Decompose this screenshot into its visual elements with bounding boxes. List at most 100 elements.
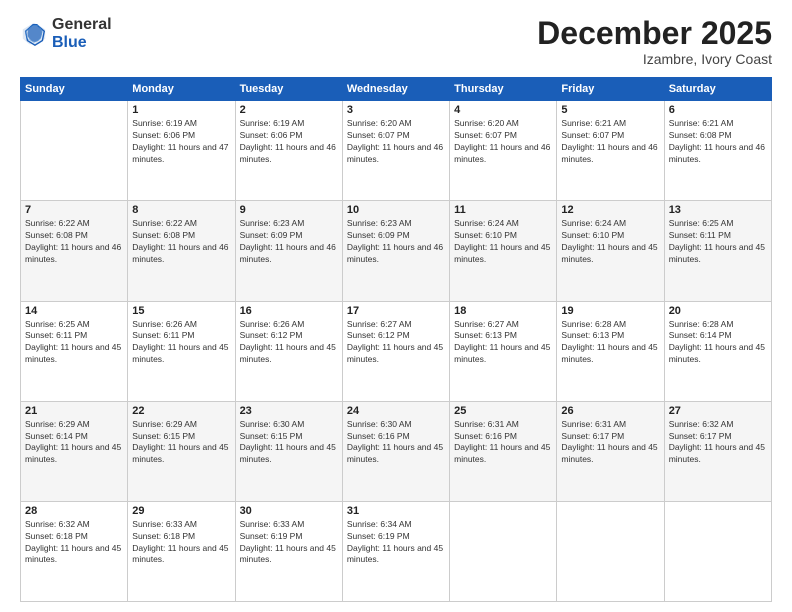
cell-3-0: 21Sunrise: 6:29 AM Sunset: 6:14 PM Dayli… <box>21 401 128 501</box>
cell-0-6: 6 Sunrise: 6:21 AM Sunset: 6:08 PM Daylig… <box>664 101 771 201</box>
date-1-2: 9 <box>240 204 338 216</box>
info-0-2: Sunrise: 6:19 AM Sunset: 6:06 PM Dayligh… <box>240 118 338 166</box>
cell-2-3: 17 Sunrise: 6:27 AM Sunset: 6:12 PM Dayli… <box>342 301 449 401</box>
week-row-0: 1 Sunrise: 6:19 AM Sunset: 6:06 PM Daylig… <box>21 101 772 201</box>
date-1-0: 7 <box>25 204 123 216</box>
title-block: December 2025 Izambre, Ivory Coast <box>537 16 772 67</box>
cell-3-3: 24 Sunrise: 6:30 AM Sunset: 6:16 PM Dayli… <box>342 401 449 501</box>
header-sunday: Sunday <box>21 78 128 101</box>
info-2-6: Sunrise: 6:28 AM Sunset: 6:14 PM Dayligh… <box>669 319 767 367</box>
info-4-0: Sunrise: 6:32 AM Sunset: 6:18 PM Dayligh… <box>25 519 123 567</box>
date-3-5: 26 <box>561 405 659 417</box>
info-1-5: Sunrise: 6:24 AM Sunset: 6:10 PM Dayligh… <box>561 218 659 266</box>
cell-2-0: 14 Sunrise: 6:25 AM Sunset: 6:11 PM Dayli… <box>21 301 128 401</box>
date-0-4: 4 <box>454 104 552 116</box>
cell-1-4: 11 Sunrise: 6:24 AM Sunset: 6:10 PM Dayli… <box>450 201 557 301</box>
info-2-4: Sunrise: 6:27 AM Sunset: 6:13 PM Dayligh… <box>454 319 552 367</box>
date-4-2: 30 <box>240 505 338 517</box>
info-3-3: Sunrise: 6:30 AM Sunset: 6:16 PM Dayligh… <box>347 419 445 467</box>
cell-0-3: 3 Sunrise: 6:20 AM Sunset: 6:07 PM Daylig… <box>342 101 449 201</box>
date-4-0: 28 <box>25 505 123 517</box>
info-2-2: Sunrise: 6:26 AM Sunset: 6:12 PM Dayligh… <box>240 319 338 367</box>
cell-4-4 <box>450 501 557 601</box>
cell-3-2: 23 Sunrise: 6:30 AM Sunset: 6:15 PM Dayli… <box>235 401 342 501</box>
page: General Blue December 2025 Izambre, Ivor… <box>0 0 792 612</box>
cell-4-1: 29Sunrise: 6:33 AM Sunset: 6:18 PM Dayli… <box>128 501 235 601</box>
cell-1-5: 12 Sunrise: 6:24 AM Sunset: 6:10 PM Dayli… <box>557 201 664 301</box>
cell-3-6: 27Sunrise: 6:32 AM Sunset: 6:17 PM Dayli… <box>664 401 771 501</box>
logo-text: General Blue <box>52 16 112 51</box>
date-2-1: 15 <box>132 305 230 317</box>
info-1-3: Sunrise: 6:23 AM Sunset: 6:09 PM Dayligh… <box>347 218 445 266</box>
info-0-3: Sunrise: 6:20 AM Sunset: 6:07 PM Dayligh… <box>347 118 445 166</box>
location-subtitle: Izambre, Ivory Coast <box>537 51 772 67</box>
info-3-1: Sunrise: 6:29 AM Sunset: 6:15 PM Dayligh… <box>132 419 230 467</box>
header-tuesday: Tuesday <box>235 78 342 101</box>
logo: General Blue <box>20 16 112 51</box>
cell-0-0 <box>21 101 128 201</box>
info-1-4: Sunrise: 6:24 AM Sunset: 6:10 PM Dayligh… <box>454 218 552 266</box>
info-3-4: Sunrise: 6:31 AM Sunset: 6:16 PM Dayligh… <box>454 419 552 467</box>
date-1-4: 11 <box>454 204 552 216</box>
info-1-2: Sunrise: 6:23 AM Sunset: 6:09 PM Dayligh… <box>240 218 338 266</box>
cell-0-4: 4 Sunrise: 6:20 AM Sunset: 6:07 PM Daylig… <box>450 101 557 201</box>
cell-2-2: 16 Sunrise: 6:26 AM Sunset: 6:12 PM Dayli… <box>235 301 342 401</box>
cell-3-1: 22 Sunrise: 6:29 AM Sunset: 6:15 PM Dayli… <box>128 401 235 501</box>
date-3-1: 22 <box>132 405 230 417</box>
cell-1-2: 9 Sunrise: 6:23 AM Sunset: 6:09 PM Daylig… <box>235 201 342 301</box>
info-2-5: Sunrise: 6:28 AM Sunset: 6:13 PM Dayligh… <box>561 319 659 367</box>
info-3-2: Sunrise: 6:30 AM Sunset: 6:15 PM Dayligh… <box>240 419 338 467</box>
date-1-5: 12 <box>561 204 659 216</box>
cell-0-1: 1 Sunrise: 6:19 AM Sunset: 6:06 PM Daylig… <box>128 101 235 201</box>
info-0-6: Sunrise: 6:21 AM Sunset: 6:08 PM Dayligh… <box>669 118 767 166</box>
date-1-1: 8 <box>132 204 230 216</box>
week-row-4: 28 Sunrise: 6:32 AM Sunset: 6:18 PM Dayli… <box>21 501 772 601</box>
info-4-3: Sunrise: 6:34 AM Sunset: 6:19 PM Dayligh… <box>347 519 445 567</box>
header-thursday: Thursday <box>450 78 557 101</box>
info-1-1: Sunrise: 6:22 AM Sunset: 6:08 PM Dayligh… <box>132 218 230 266</box>
info-1-0: Sunrise: 6:22 AM Sunset: 6:08 PM Dayligh… <box>25 218 123 266</box>
cell-4-6 <box>664 501 771 601</box>
date-3-6: 27 <box>669 405 767 417</box>
date-0-3: 3 <box>347 104 445 116</box>
info-0-4: Sunrise: 6:20 AM Sunset: 6:07 PM Dayligh… <box>454 118 552 166</box>
info-0-1: Sunrise: 6:19 AM Sunset: 6:06 PM Dayligh… <box>132 118 230 166</box>
month-title: December 2025 <box>537 16 772 51</box>
cell-1-6: 13 Sunrise: 6:25 AM Sunset: 6:11 PM Dayli… <box>664 201 771 301</box>
info-2-1: Sunrise: 6:26 AM Sunset: 6:11 PM Dayligh… <box>132 319 230 367</box>
date-3-2: 23 <box>240 405 338 417</box>
date-1-6: 13 <box>669 204 767 216</box>
logo-icon <box>20 20 48 48</box>
cell-4-0: 28 Sunrise: 6:32 AM Sunset: 6:18 PM Dayli… <box>21 501 128 601</box>
info-1-6: Sunrise: 6:25 AM Sunset: 6:11 PM Dayligh… <box>669 218 767 266</box>
info-4-1: Sunrise: 6:33 AM Sunset: 6:18 PM Dayligh… <box>132 519 230 567</box>
cell-2-6: 20Sunrise: 6:28 AM Sunset: 6:14 PM Dayli… <box>664 301 771 401</box>
date-1-3: 10 <box>347 204 445 216</box>
week-row-3: 21Sunrise: 6:29 AM Sunset: 6:14 PM Dayli… <box>21 401 772 501</box>
info-2-3: Sunrise: 6:27 AM Sunset: 6:12 PM Dayligh… <box>347 319 445 367</box>
cell-1-0: 7 Sunrise: 6:22 AM Sunset: 6:08 PM Daylig… <box>21 201 128 301</box>
info-3-0: Sunrise: 6:29 AM Sunset: 6:14 PM Dayligh… <box>25 419 123 467</box>
cell-1-3: 10 Sunrise: 6:23 AM Sunset: 6:09 PM Dayli… <box>342 201 449 301</box>
date-0-5: 5 <box>561 104 659 116</box>
header-monday: Monday <box>128 78 235 101</box>
calendar-table: Sunday Monday Tuesday Wednesday Thursday… <box>20 77 772 602</box>
date-0-6: 6 <box>669 104 767 116</box>
header-friday: Friday <box>557 78 664 101</box>
info-2-0: Sunrise: 6:25 AM Sunset: 6:11 PM Dayligh… <box>25 319 123 367</box>
header-wednesday: Wednesday <box>342 78 449 101</box>
info-3-5: Sunrise: 6:31 AM Sunset: 6:17 PM Dayligh… <box>561 419 659 467</box>
date-2-2: 16 <box>240 305 338 317</box>
cell-0-2: 2Sunrise: 6:19 AM Sunset: 6:06 PM Daylig… <box>235 101 342 201</box>
week-row-1: 7 Sunrise: 6:22 AM Sunset: 6:08 PM Daylig… <box>21 201 772 301</box>
date-4-3: 31 <box>347 505 445 517</box>
cell-2-1: 15 Sunrise: 6:26 AM Sunset: 6:11 PM Dayli… <box>128 301 235 401</box>
cell-3-4: 25Sunrise: 6:31 AM Sunset: 6:16 PM Dayli… <box>450 401 557 501</box>
logo-blue: Blue <box>52 34 112 52</box>
date-2-0: 14 <box>25 305 123 317</box>
cell-3-5: 26 Sunrise: 6:31 AM Sunset: 6:17 PM Dayli… <box>557 401 664 501</box>
info-0-5: Sunrise: 6:21 AM Sunset: 6:07 PM Dayligh… <box>561 118 659 166</box>
date-0-1: 1 <box>132 104 230 116</box>
date-3-3: 24 <box>347 405 445 417</box>
date-2-3: 17 <box>347 305 445 317</box>
